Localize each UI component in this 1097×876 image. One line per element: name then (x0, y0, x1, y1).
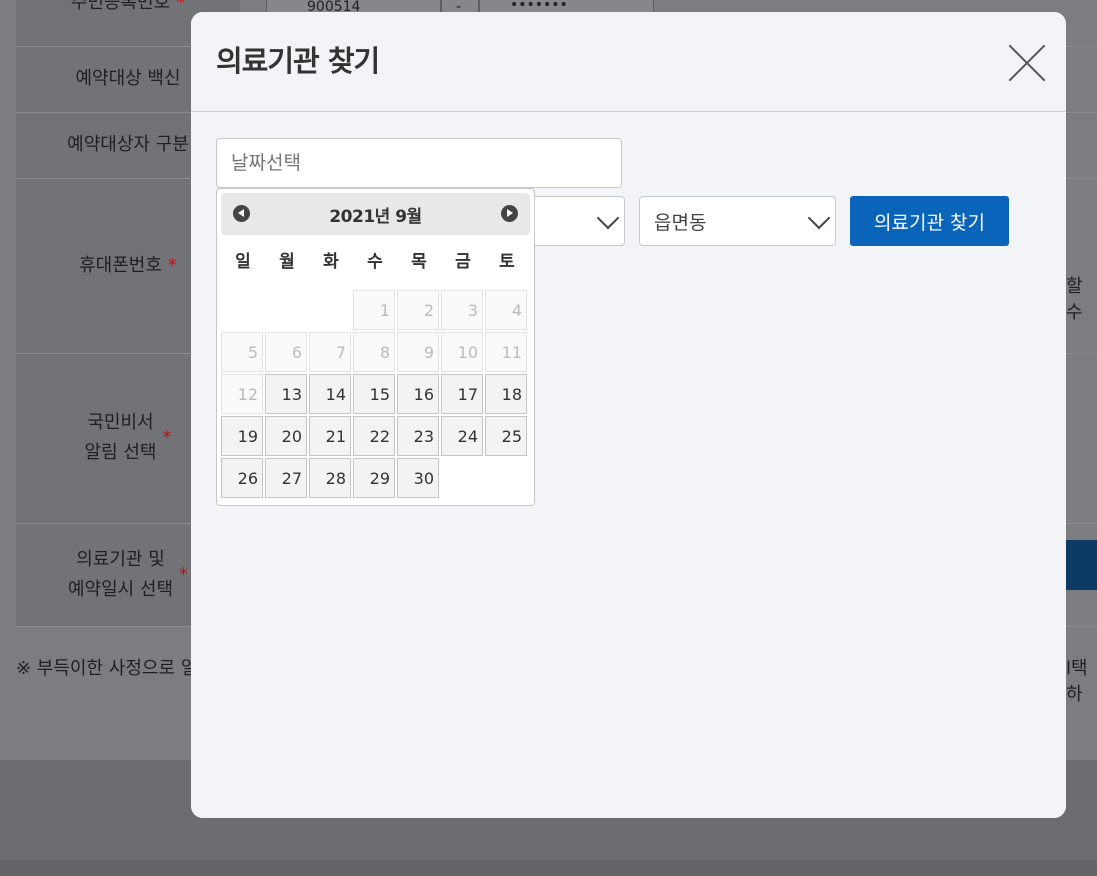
weekday-label: 일 (235, 252, 251, 272)
chevron-down-icon (807, 206, 831, 230)
chevron-right-icon[interactable] (501, 205, 518, 222)
close-icon[interactable] (1008, 44, 1046, 82)
calendar-day-disabled: 8 (353, 332, 395, 372)
hospital-search-modal: 의료기관 찾기 읍면동 의료기관 찾기 2021년 9월 일 월 화 수 목 (191, 12, 1066, 818)
calendar-empty-cell (309, 290, 351, 330)
calendar-day[interactable]: 24 (441, 416, 483, 456)
calendar-day-disabled: 1 (353, 290, 395, 330)
modal-body: 읍면동 의료기관 찾기 2021년 9월 일 월 화 수 목 금 토 12345… (191, 112, 1066, 818)
phone-helper-text: 할 수 (1066, 276, 1083, 323)
calendar-day[interactable]: 21 (309, 416, 351, 456)
chevron-left-icon[interactable] (233, 205, 250, 222)
town-select-value: 읍면동 (654, 211, 707, 234)
calendar-day-disabled: 10 (441, 332, 483, 372)
calendar-day[interactable]: 17 (441, 374, 483, 414)
town-select[interactable]: 읍면동 (639, 196, 836, 246)
background-bottom-bar (0, 860, 1097, 876)
calendar-day[interactable]: 30 (397, 458, 439, 498)
calendar-day[interactable]: 28 (309, 458, 351, 498)
calendar-day[interactable]: 29 (353, 458, 395, 498)
calendar-day[interactable]: 15 (353, 374, 395, 414)
calendar-day-disabled: 9 (397, 332, 439, 372)
chevron-down-icon (596, 206, 620, 230)
weekday-label: 월 (279, 252, 295, 272)
calendar-day[interactable]: 18 (485, 374, 527, 414)
calendar-day-disabled: 4 (485, 290, 527, 330)
calendar-day-disabled: 12 (221, 374, 263, 414)
weekday-label: 금 (455, 252, 471, 272)
calendar-day-disabled: 3 (441, 290, 483, 330)
calendar-day[interactable]: 14 (309, 374, 351, 414)
datepicker-popup: 2021년 9월 일 월 화 수 목 금 토 1 2 3 4 5 6 7 8 9 10 11 12 13… (216, 188, 535, 506)
calendar-day[interactable]: 27 (265, 458, 307, 498)
date-picker-input[interactable] (216, 138, 622, 188)
search-hospital-button[interactable]: 의료기관 찾기 (850, 196, 1009, 246)
modal-header: 의료기관 찾기 (191, 12, 1066, 112)
calendar-day[interactable]: 23 (397, 416, 439, 456)
weekday-label: 수 (367, 252, 383, 272)
calendar-day[interactable]: 13 (265, 374, 307, 414)
calendar-empty-cell (221, 290, 263, 330)
calendar-day-disabled: 6 (265, 332, 307, 372)
calendar-day-disabled: 5 (221, 332, 263, 372)
notice-text: ※ 부득이한 사정으로 일 (16, 658, 198, 679)
calendar-day[interactable]: 16 (397, 374, 439, 414)
calendar-day[interactable]: 26 (221, 458, 263, 498)
datepicker-header: 2021년 9월 (221, 193, 530, 235)
calendar-day[interactable]: 22 (353, 416, 395, 456)
notice-right-text: l택하 (1066, 658, 1088, 705)
calendar-day[interactable]: 20 (265, 416, 307, 456)
weekday-label: 토 (499, 252, 515, 272)
hospital-select-button[interactable] (1066, 540, 1097, 590)
datepicker-month-title: 2021년 9월 (329, 206, 422, 227)
datepicker-days-grid: 1 2 3 4 5 6 7 8 9 10 11 12 13 14 15 16 17 18 19 20 21 22 23 24 2… (221, 290, 530, 498)
calendar-day-disabled: 2 (397, 290, 439, 330)
datepicker-weekdays: 일 월 화 수 목 금 토 (221, 247, 530, 272)
weekday-label: 목 (411, 252, 427, 272)
calendar-empty-cell (265, 290, 307, 330)
modal-title: 의료기관 찾기 (216, 44, 380, 78)
calendar-day[interactable]: 19 (221, 416, 263, 456)
weekday-label: 화 (323, 252, 339, 272)
calendar-day-disabled: 7 (309, 332, 351, 372)
calendar-day[interactable]: 25 (485, 416, 527, 456)
calendar-day-disabled: 11 (485, 332, 527, 372)
